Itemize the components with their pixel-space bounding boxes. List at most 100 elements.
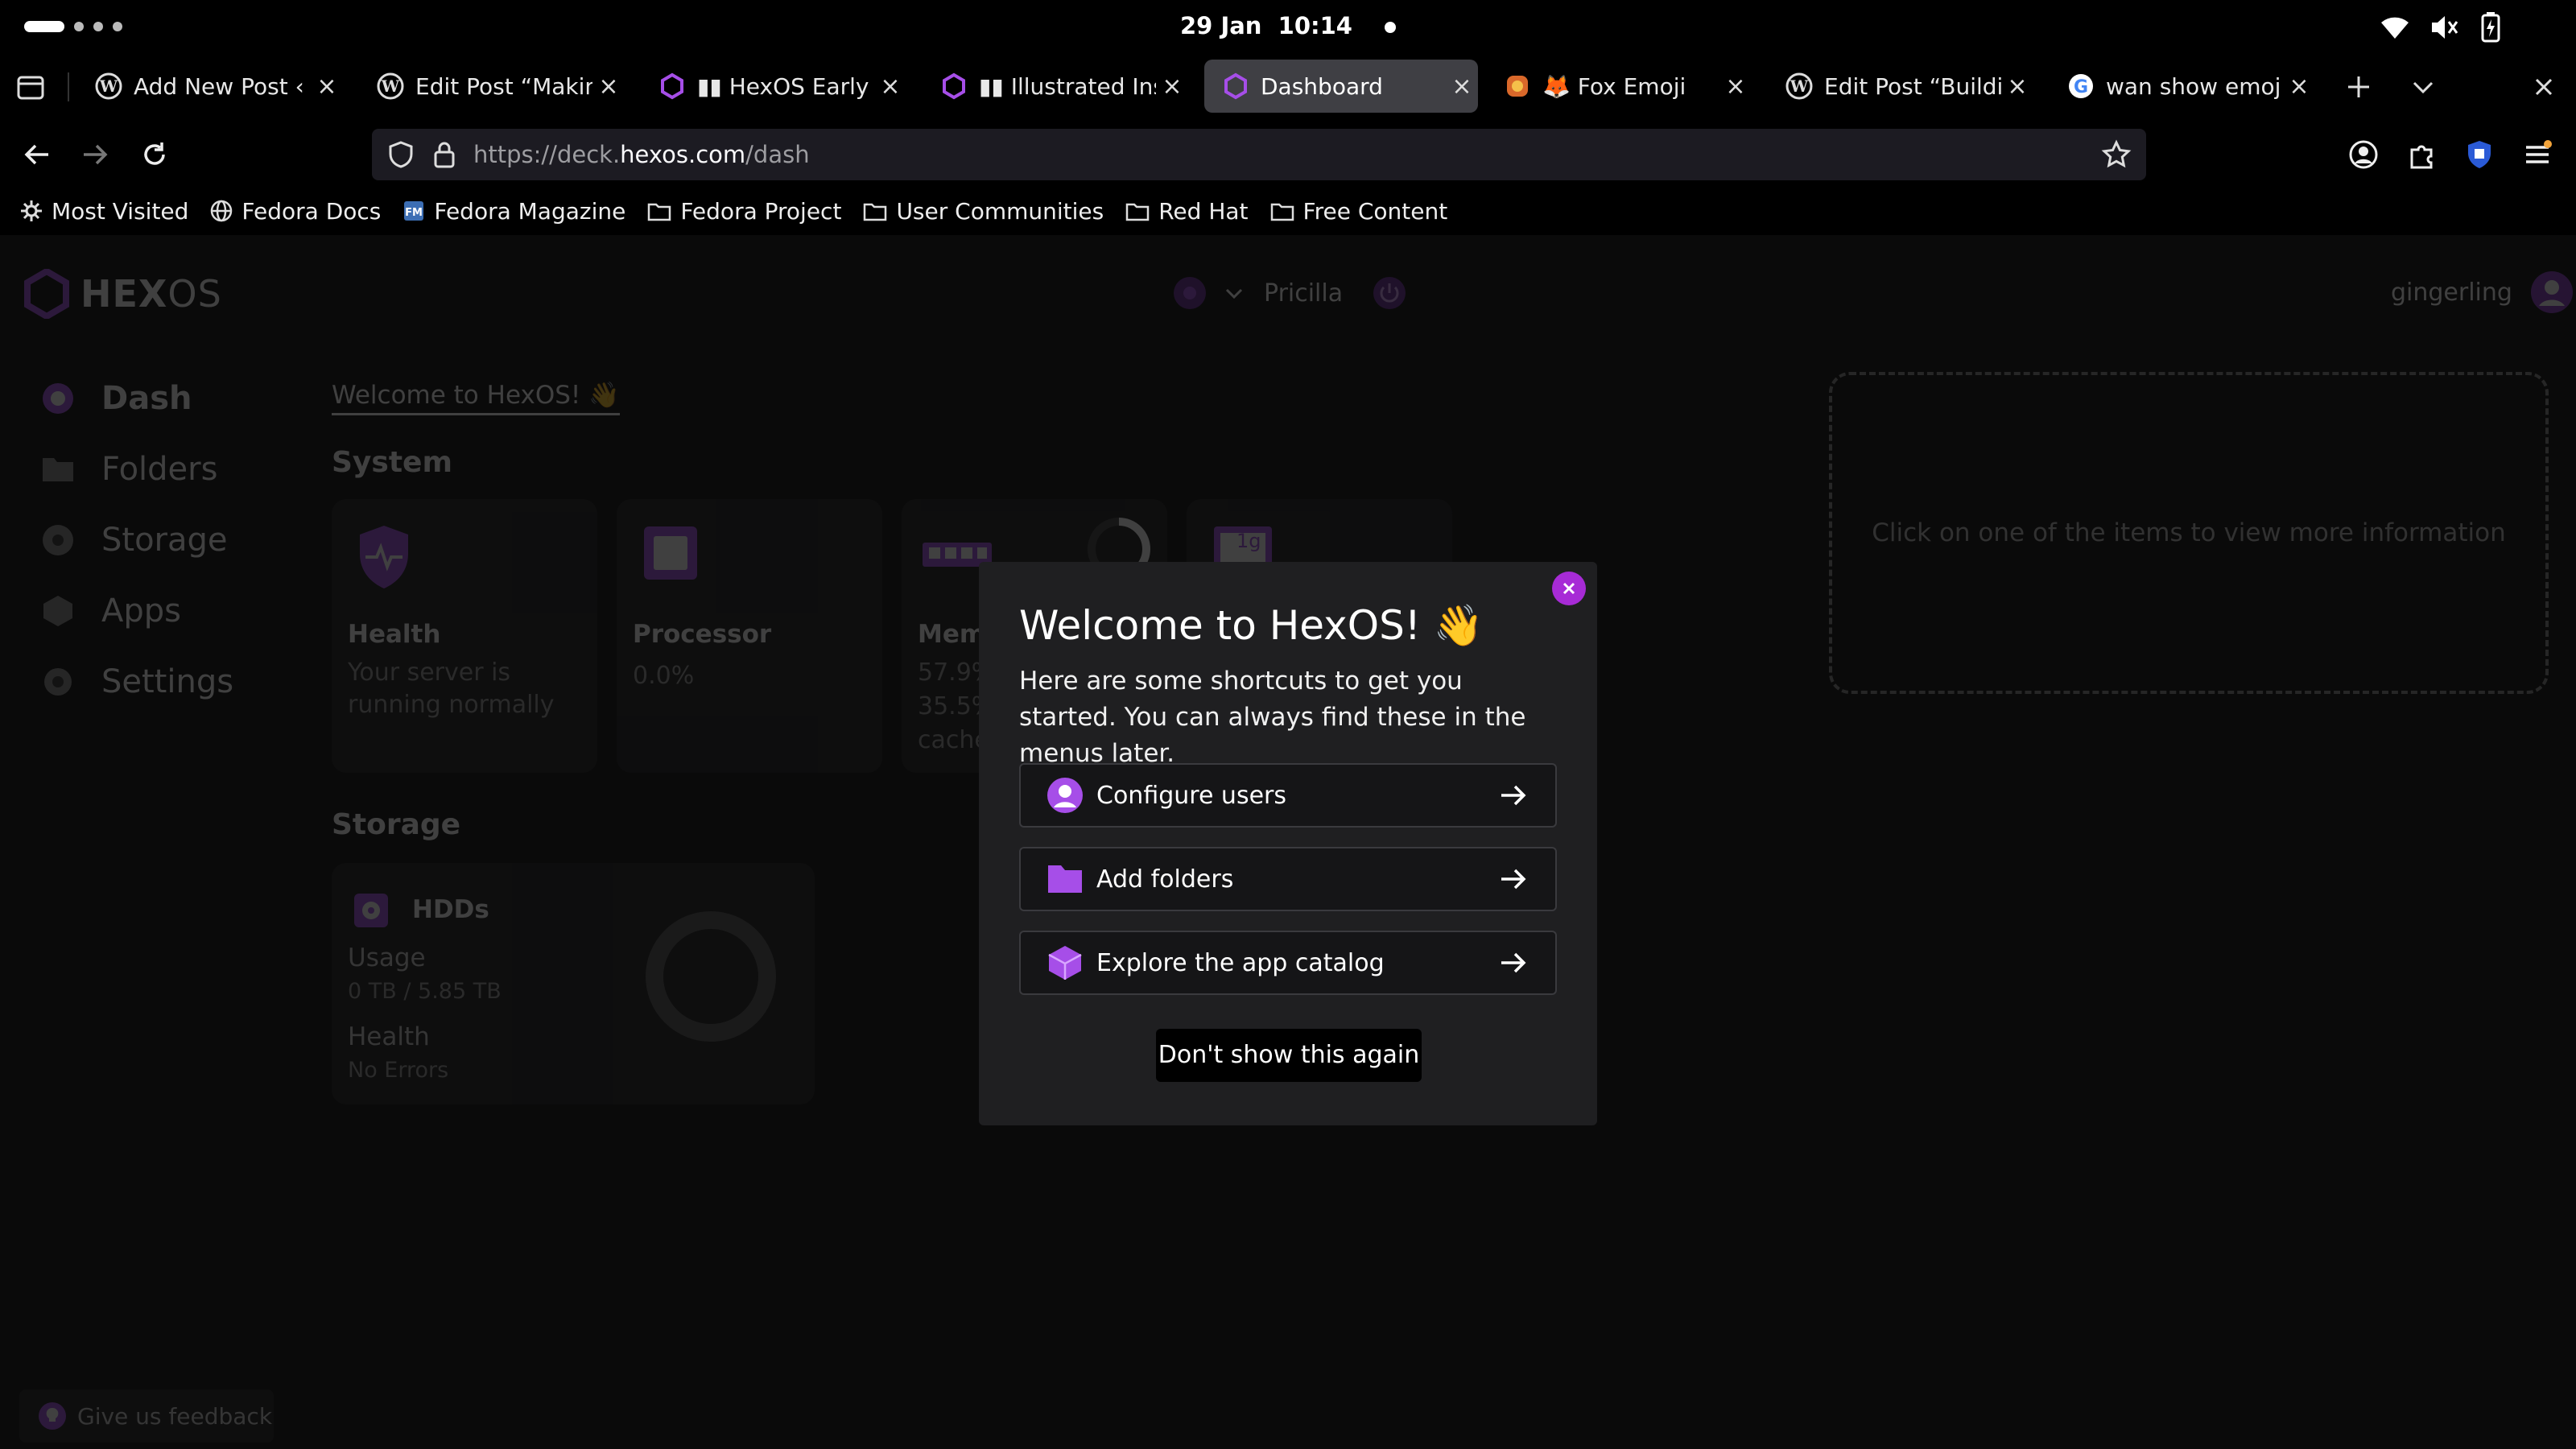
- tab-title: Add New Post ‹ A: [134, 72, 311, 100]
- bookmark-fedora-magazine[interactable]: FM Fedora Magazine: [402, 198, 625, 225]
- bookmark-label: Fedora Project: [680, 197, 842, 225]
- tab-close-icon[interactable]: ×: [311, 72, 343, 101]
- welcome-modal: Welcome to HexOS! 👋 Here are some shortc…: [979, 562, 1597, 1125]
- lock-icon[interactable]: [431, 140, 457, 169]
- wordpress-icon: W: [377, 72, 404, 100]
- tab-overview-icon[interactable]: [16, 72, 45, 101]
- bookmark-free-content[interactable]: Free Content: [1269, 197, 1448, 225]
- svg-text:FM: FM: [405, 207, 423, 219]
- explore-app-catalog-button[interactable]: Explore the app catalog: [1019, 931, 1557, 995]
- tab-title: ▮▮ Illustrated Inst: [979, 72, 1156, 100]
- reload-icon[interactable]: [138, 138, 171, 171]
- bookmark-star-icon[interactable]: [2101, 139, 2132, 170]
- tab-close-icon[interactable]: ×: [1156, 72, 1188, 101]
- wordpress-icon: W: [1785, 72, 1813, 100]
- back-icon[interactable]: [21, 138, 53, 171]
- tab-wan-show-emoji[interactable]: G wan show emoji ×: [2050, 60, 2315, 113]
- privacy-badger-icon[interactable]: [2463, 138, 2496, 171]
- clock-date: 29 Jan: [1180, 12, 1262, 39]
- modal-close-button[interactable]: [1552, 572, 1586, 605]
- wordpress-icon: W: [95, 72, 122, 100]
- tab-close-icon[interactable]: ×: [592, 72, 625, 101]
- bookmark-fedora-docs[interactable]: Fedora Docs: [209, 198, 381, 225]
- tab-title: Edit Post “Making: [415, 72, 592, 100]
- menu-icon[interactable]: [2521, 138, 2553, 171]
- tab-title: 🦊 Fox Emoji: [1542, 72, 1686, 100]
- wifi-icon: [2381, 17, 2409, 39]
- tab-edit-post-making[interactable]: W Edit Post “Making ×: [359, 60, 625, 113]
- folder-icon: [1048, 865, 1082, 893]
- clock-time: 10:14: [1278, 12, 1352, 39]
- emoji-icon: [1507, 76, 1528, 97]
- bookmark-fedora-project[interactable]: Fedora Project: [646, 198, 841, 225]
- arrow-right-icon: [1501, 952, 1526, 973]
- tab-hexos-early-access[interactable]: ▮▮ HexOS Early A ×: [641, 60, 906, 113]
- arrow-right-icon: [1501, 869, 1526, 890]
- hexos-icon: [1224, 72, 1247, 100]
- svg-text:G: G: [2074, 77, 2088, 97]
- url-host: hexos.com: [620, 141, 746, 168]
- bookmarks-toolbar: Most Visited Fedora Docs FM Fedora Magaz…: [0, 187, 2576, 235]
- button-label: Explore the app catalog: [1096, 948, 1385, 977]
- button-label: Configure users: [1096, 781, 1287, 810]
- url-path: /dash: [745, 141, 810, 168]
- clock[interactable]: 29 Jan 10:14: [0, 0, 2576, 52]
- bookmark-label: Free Content: [1302, 197, 1448, 225]
- hexos-icon: [661, 72, 683, 100]
- extensions-icon[interactable]: [2405, 138, 2438, 171]
- shield-icon[interactable]: [386, 140, 415, 169]
- tab-close-icon[interactable]: ×: [1446, 72, 1478, 101]
- bookmark-label: Fedora Magazine: [434, 197, 626, 225]
- bookmark-most-visited[interactable]: Most Visited: [19, 198, 188, 225]
- bookmark-red-hat[interactable]: Red Hat: [1125, 197, 1249, 225]
- volume-muted-icon: [2432, 16, 2458, 39]
- system-top-bar: 29 Jan 10:14: [0, 0, 2576, 52]
- button-label: Add folders: [1096, 865, 1234, 894]
- tab-title: wan show emoji: [2106, 72, 2283, 100]
- url-text[interactable]: https://deck.hexos.com/dash: [473, 141, 810, 168]
- folder-icon: [1125, 203, 1150, 221]
- folder-icon: [1270, 203, 1294, 221]
- tab-title: ▮▮ HexOS Early A: [697, 72, 874, 100]
- tab-separator: [68, 72, 69, 101]
- close-icon: [1563, 582, 1575, 595]
- url-prefix: https://deck.: [473, 141, 621, 168]
- system-status-area[interactable]: [2379, 11, 2503, 43]
- forward-icon[interactable]: [79, 138, 111, 171]
- tab-close-icon[interactable]: ×: [874, 72, 906, 101]
- account-icon[interactable]: [2347, 138, 2380, 171]
- tab-dashboard[interactable]: Dashboard ×: [1204, 60, 1478, 113]
- tab-fox-emoji[interactable]: 🦊 Fox Emoji ×: [1486, 60, 1752, 113]
- tab-illustrated-install[interactable]: ▮▮ Illustrated Inst ×: [923, 60, 1188, 113]
- modal-description: Here are some shortcuts to get you start…: [1019, 667, 1526, 768]
- globe-icon: [211, 200, 233, 222]
- modal-title: Welcome to HexOS! 👋: [1019, 602, 1484, 649]
- bookmark-label: Fedora Docs: [242, 197, 382, 225]
- bookmark-label: User Communities: [896, 197, 1104, 225]
- close-window-icon[interactable]: [2529, 72, 2558, 101]
- bookmark-label: Red Hat: [1158, 197, 1249, 225]
- new-tab-icon[interactable]: [2344, 72, 2373, 101]
- folder-icon: [864, 203, 887, 221]
- tab-close-icon[interactable]: ×: [2001, 72, 2033, 101]
- url-bar[interactable]: https://deck.hexos.com/dash: [372, 129, 2146, 180]
- user-icon: [1047, 778, 1083, 813]
- list-tabs-chevron-icon[interactable]: [2409, 72, 2438, 101]
- hexos-icon: [943, 72, 965, 100]
- google-icon: G: [2069, 74, 2093, 98]
- tab-title: Edit Post “Buildin: [1824, 72, 2001, 100]
- bookmark-user-communities[interactable]: User Communities: [862, 198, 1104, 225]
- folder-icon: [648, 203, 671, 221]
- configure-users-button[interactable]: Configure users: [1019, 763, 1557, 828]
- notification-dot: [1384, 22, 1396, 33]
- navigation-bar: https://deck.hexos.com/dash: [0, 122, 2576, 187]
- tab-add-new-post[interactable]: W Add New Post ‹ A ×: [77, 60, 343, 113]
- add-folders-button[interactable]: Add folders: [1019, 847, 1557, 911]
- tab-title: Dashboard: [1261, 72, 1383, 100]
- dont-show-again-button[interactable]: Don't show this again: [1156, 1029, 1422, 1082]
- tab-close-icon[interactable]: ×: [1719, 72, 1752, 101]
- tab-edit-post-building[interactable]: W Edit Post “Buildin ×: [1768, 60, 2033, 113]
- bookmark-label: Most Visited: [52, 197, 189, 225]
- battery-icon: [2481, 12, 2500, 43]
- tab-close-icon[interactable]: ×: [2283, 72, 2315, 101]
